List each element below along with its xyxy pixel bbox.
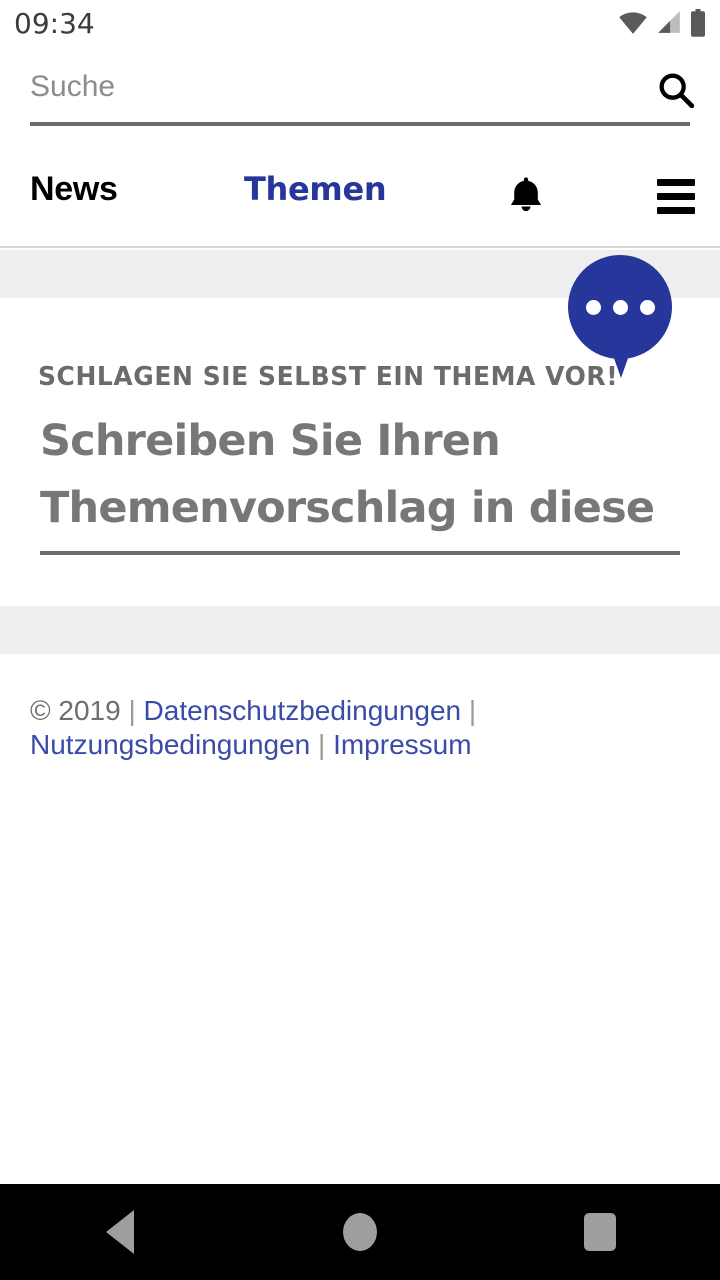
footer-separator-1: | (128, 695, 136, 726)
search-icon (659, 73, 695, 109)
notifications-button[interactable] (498, 166, 554, 226)
home-circle-icon (343, 1213, 377, 1251)
nav-item-news[interactable]: News (30, 170, 118, 209)
footer-links: © 2019 | Datenschutzbedingungen | Nutzun… (30, 694, 690, 762)
search-input-underline (30, 122, 690, 126)
topic-proposal-kicker: SCHLAGEN SIE SELBST EIN THEMA VOR! (38, 362, 619, 392)
bell-icon (510, 177, 542, 212)
footer-link-datenschutz[interactable]: Datenschutzbedingungen (144, 695, 462, 726)
topic-proposal-underline (40, 551, 680, 555)
footer-link-nutzungsbedingungen[interactable]: Nutzungsbedingungen (30, 729, 310, 760)
wifi-icon (619, 12, 647, 34)
footer-copyright: © 2019 (30, 695, 121, 726)
battery-icon (691, 9, 705, 37)
section-divider-bottom (0, 606, 720, 654)
hamburger-menu-button[interactable] (648, 166, 704, 226)
hamburger-menu-icon (657, 178, 695, 186)
cell-signal-icon (658, 11, 680, 33)
topic-proposal-card: SCHLAGEN SIE SELBST EIN THEMA VOR! (0, 255, 720, 606)
search-bar (0, 48, 720, 148)
hamburger-menu-icon-line-2 (657, 192, 695, 200)
nav-item-themen[interactable]: Themen (244, 170, 387, 208)
android-system-navigation-bar (0, 1184, 720, 1280)
bubble-dot-1 (585, 299, 601, 315)
status-bar: 09:34 (0, 0, 720, 48)
footer: © 2019 | Datenschutzbedingungen | Nutzun… (0, 654, 720, 762)
android-home-button[interactable] (300, 1184, 420, 1280)
footer-separator-3: | (318, 729, 326, 760)
status-bar-icons (618, 9, 706, 37)
bubble-dot-3 (639, 299, 655, 315)
speech-bubble-dots (568, 295, 672, 319)
android-back-button[interactable] (60, 1184, 180, 1280)
android-recents-button[interactable] (540, 1184, 660, 1280)
recents-square-icon (584, 1213, 616, 1251)
search-input[interactable] (30, 70, 630, 104)
main-navigation: News Themen (0, 148, 720, 248)
hamburger-menu-icon-line-3 (657, 206, 695, 214)
status-bar-clock: 09:34 (14, 7, 95, 40)
search-button[interactable] (648, 62, 704, 118)
footer-link-impressum[interactable]: Impressum (333, 729, 471, 760)
footer-separator-2: | (468, 695, 477, 726)
bubble-dot-2 (612, 299, 628, 315)
back-triangle-icon (106, 1210, 134, 1254)
topic-proposal-input[interactable] (40, 408, 680, 542)
